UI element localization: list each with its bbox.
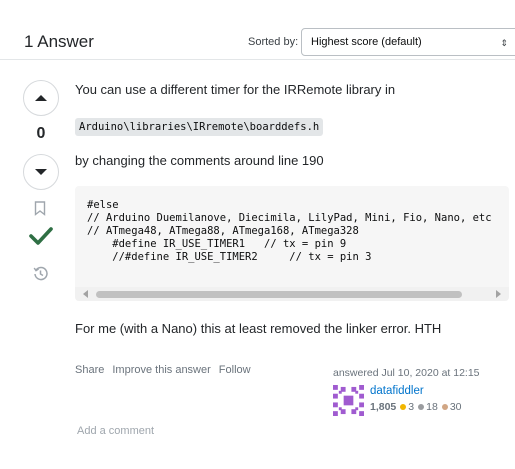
chevron-down-icon: ⇕ — [500, 38, 508, 48]
bookmark-button[interactable] — [34, 201, 46, 221]
share-link[interactable]: Share — [75, 364, 104, 376]
answered-timestamp[interactable]: answered Jul 10, 2020 at 12:15 — [333, 367, 503, 379]
improve-answer-link[interactable]: Improve this answer — [112, 364, 210, 376]
caret-down-icon — [35, 169, 47, 175]
reputation-score: 1,805 — [370, 401, 397, 413]
code-block: #else // Arduino Duemilanove, Diecimila,… — [75, 186, 509, 301]
gold-badge-count: 3 — [408, 401, 415, 413]
scroll-right-arrow-icon[interactable] — [496, 290, 501, 298]
header-divider — [0, 59, 515, 60]
sort-select[interactable]: Highest score (default) ⇕ — [301, 28, 515, 56]
accepted-answer-check — [29, 226, 53, 251]
answer-paragraph-2: by changing the comments around line 190 — [75, 153, 324, 168]
silver-badges: 18 — [418, 401, 438, 413]
inline-code-path: Arduino\libraries\IRremote\boarddefs.h — [75, 118, 324, 136]
avatar[interactable] — [333, 385, 364, 416]
vote-count: 0 — [36, 125, 46, 142]
user-card: answered Jul 10, 2020 at 12:15 datafiddl… — [333, 367, 503, 416]
post-menu: Share Improve this answer Follow — [75, 364, 251, 376]
downvote-button[interactable] — [23, 154, 59, 190]
user-name-link[interactable]: datafiddler — [370, 385, 424, 397]
sort-selected-value: Highest score (default) — [311, 36, 422, 48]
history-icon — [33, 266, 48, 281]
caret-up-icon — [35, 95, 47, 101]
bronze-badges: 30 — [441, 401, 462, 413]
answers-count-title: 1 Answer — [24, 32, 94, 51]
scroll-left-arrow-icon[interactable] — [83, 290, 88, 298]
answer-paragraph-3: For me (with a Nano) this at least remov… — [75, 321, 442, 336]
user-stats: 1,805 3 18 30 — [370, 401, 462, 413]
sort-label: Sorted by: — [248, 36, 299, 48]
gold-badges: 3 — [400, 401, 414, 413]
bookmark-icon — [34, 201, 46, 216]
answer-paragraph-1: You can use a different timer for the IR… — [75, 82, 396, 97]
checkmark-icon — [29, 227, 53, 245]
follow-link[interactable]: Follow — [219, 364, 251, 376]
scroll-thumb[interactable] — [96, 291, 462, 298]
silver-badge-icon — [418, 404, 425, 410]
upvote-button[interactable] — [23, 80, 59, 116]
bronze-badge-icon — [441, 404, 448, 410]
horizontal-scrollbar[interactable] — [75, 287, 509, 301]
add-comment-link[interactable]: Add a comment — [77, 425, 154, 437]
gold-badge-icon — [400, 404, 407, 410]
bronze-badge-count: 30 — [449, 401, 462, 413]
timeline-button[interactable] — [33, 266, 48, 286]
code-block-text: #else // Arduino Duemilanove, Diecimila,… — [87, 199, 492, 263]
silver-badge-count: 18 — [426, 401, 438, 413]
